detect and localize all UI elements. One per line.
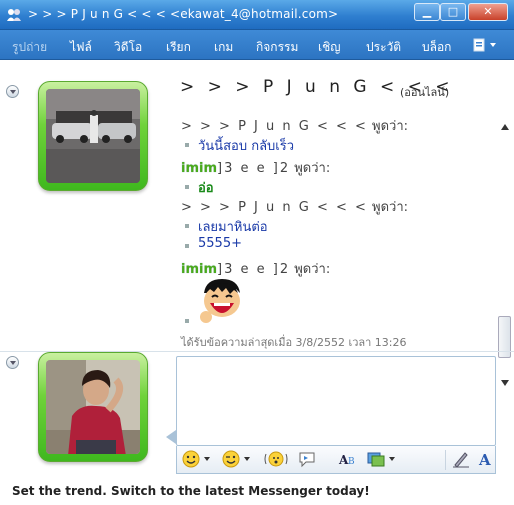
text-icon: A xyxy=(478,451,491,469)
message-text: วันนี้สอบ กลับเร็ว xyxy=(198,139,295,154)
message-sender: ]3 e e ]2 xyxy=(217,161,291,176)
title-bar: > > > P J u n G < < < <ekawat_4@hotmail.… xyxy=(0,0,514,30)
menu-item-files[interactable]: ไฟล์ xyxy=(70,38,92,57)
contact-status: (ออนไลน์) xyxy=(400,86,450,99)
message-header: imim]3 e e ]2 พูดว่า: xyxy=(181,157,330,178)
menu-item-block[interactable]: บล็อก xyxy=(422,38,451,57)
svg-text:B: B xyxy=(348,457,355,467)
toolbar-options-icon[interactable] xyxy=(472,36,502,54)
close-button[interactable]: ✕ xyxy=(468,3,508,21)
scroll-down-icon[interactable] xyxy=(501,380,509,386)
bullet xyxy=(185,224,189,228)
window-title: > > > P J u n G < < < <ekawat_4@hotmail.… xyxy=(28,7,339,21)
footer-banner: Set the trend. Switch to the latest Mess… xyxy=(0,479,514,505)
menu-item-photos[interactable]: รูปถ่าย xyxy=(12,38,47,57)
message-sender: > > > P J u n G < < < xyxy=(181,119,368,134)
says-label: พูดว่า: xyxy=(367,119,409,134)
chevron-down-icon[interactable] xyxy=(389,457,395,461)
says-label: พูดว่า: xyxy=(290,262,331,277)
says-label: พูดว่า: xyxy=(367,200,409,215)
message-header: > > > P J u n G < < < พูดว่า: xyxy=(181,196,408,217)
contact-avatar-frame[interactable] xyxy=(38,81,148,191)
smiley-icon xyxy=(182,450,200,468)
minimize-icon: ▁ xyxy=(422,5,432,18)
speech-bubble-icon xyxy=(299,452,315,468)
says-label: พูดว่า: xyxy=(290,161,331,176)
contact-avatar xyxy=(46,89,140,183)
action-menu-bar: รูปถ่าย ไฟล์ วิดีโอ เรียก เกม กิจกรรม เช… xyxy=(0,30,514,60)
close-icon: ✕ xyxy=(483,5,493,18)
handwriting-button[interactable] xyxy=(451,450,471,470)
message-header: > > > P J u n G < < < พูดว่า: xyxy=(181,115,408,136)
menu-item-video[interactable]: วิดีโอ xyxy=(114,38,142,57)
scroll-up-icon[interactable] xyxy=(501,124,509,130)
upgrade-ad-link[interactable]: Set the trend. Switch to the latest Mess… xyxy=(12,484,370,498)
conversation-pane: > > > P J u n G < < < (ออนไลน์) > > > P … xyxy=(0,61,514,386)
emoticon-button[interactable] xyxy=(181,450,201,470)
menu-item-invite[interactable]: เชิญ xyxy=(318,38,340,57)
conversation-scrollbar[interactable] xyxy=(498,124,511,388)
background-button[interactable] xyxy=(365,450,387,470)
message-input[interactable] xyxy=(176,356,496,446)
bullet xyxy=(185,143,189,147)
nudge-icon xyxy=(264,451,288,467)
collapse-contact-icon[interactable] xyxy=(6,85,19,98)
collapse-self-icon[interactable] xyxy=(6,356,19,369)
formatting-toolbar: AB A xyxy=(176,446,496,474)
svg-text:A: A xyxy=(478,451,491,468)
laughing-face-emoticon xyxy=(200,279,240,323)
text-mode-button[interactable]: A xyxy=(475,450,495,470)
chevron-down-icon[interactable] xyxy=(204,457,210,461)
maximize-button[interactable]: □ xyxy=(440,3,466,21)
minimize-button[interactable]: ▁ xyxy=(414,3,440,21)
my-avatar xyxy=(46,360,140,454)
last-received-timestamp: ได้รับข้อความล่าสุดเมื่อ 3/8/2552 เวลา 1… xyxy=(181,336,407,349)
bullet xyxy=(185,185,189,189)
wink-icon xyxy=(222,450,240,468)
message-text: 5555+ xyxy=(198,236,242,251)
imim-logo: imim xyxy=(181,161,218,176)
menu-item-games[interactable]: เกม xyxy=(214,38,233,57)
maximize-icon: □ xyxy=(447,5,459,18)
wink-button[interactable] xyxy=(221,450,241,470)
font-style-icon: AB xyxy=(338,453,355,467)
menu-item-activities[interactable]: กิจกรรม xyxy=(256,38,298,57)
font-button[interactable]: AB xyxy=(337,450,359,470)
message-sender: > > > P J u n G < < < xyxy=(181,200,368,215)
bullet xyxy=(185,319,189,323)
my-avatar-frame[interactable] xyxy=(38,352,148,462)
bullet xyxy=(185,244,189,248)
chevron-down-icon[interactable] xyxy=(244,457,250,461)
menu-item-call[interactable]: เรียก xyxy=(166,38,191,57)
message-text: อ่อ xyxy=(198,181,214,196)
background-icon xyxy=(367,452,385,467)
pen-icon xyxy=(453,452,469,468)
message-text: เลยมาหินต่อ xyxy=(198,220,268,235)
voice-clip-button[interactable] xyxy=(297,450,317,470)
toolbar-divider xyxy=(445,450,446,470)
input-pointer xyxy=(166,430,176,444)
messenger-icon xyxy=(7,9,21,21)
menu-item-history[interactable]: ประวัติ xyxy=(366,38,401,57)
nudge-button[interactable] xyxy=(263,450,289,470)
